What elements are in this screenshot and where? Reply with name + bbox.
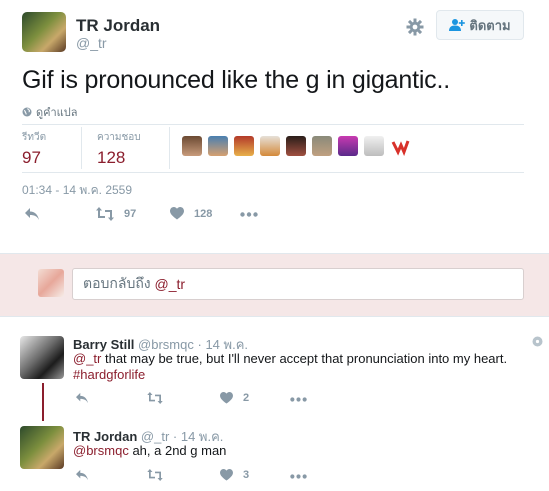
reply-body: ah, a 2nd g man [128,443,227,458]
gear-icon[interactable] [406,18,424,36]
more-action[interactable] [240,212,258,217]
heart-icon [220,469,233,481]
reply-time[interactable]: · 14 พ.ค. [198,337,249,352]
reply-mention[interactable]: @brsmqc [73,443,129,458]
retweets-value: 97 [22,148,41,167]
reply-hashtag[interactable]: #hardgforlife [73,367,145,382]
liker-avatar[interactable] [182,136,202,156]
retweet-icon [147,469,163,481]
like-action[interactable]: 128 [170,207,212,220]
retweet-action[interactable]: 97 [96,207,136,221]
heart-icon [170,207,184,220]
retweet-icon [147,392,163,404]
more-icon [240,212,258,217]
author-handle[interactable]: @_tr [76,35,107,51]
reply-icon [75,392,89,404]
liker-avatar[interactable] [390,136,410,156]
follow-label: ติดตาม [469,17,511,33]
more-circle-icon[interactable] [532,336,543,347]
retweet-action[interactable] [147,392,163,404]
likes-label: ความชอบ [97,132,141,143]
retweet-action[interactable] [147,469,163,481]
tweet-timestamp[interactable]: 01:34 - 14 พ.ค. 2559 [22,181,132,200]
reply-icon [24,207,40,221]
reply-action[interactable] [75,392,89,404]
translate-link[interactable]: ดูคำแปล [22,103,78,121]
reply-mention[interactable]: @_tr [73,351,101,366]
reply-text: @_tr that may be true, but I'll never ac… [73,351,533,383]
follow-button[interactable]: ติดตาม [436,10,524,40]
reply-avatar[interactable] [20,426,64,469]
retweets-label: รีทวีต [22,132,47,143]
like-action[interactable]: 3 [220,469,249,481]
thread-line [42,383,44,421]
tweet-text: Gif is pronounced like the g in gigantic… [22,66,450,94]
reply-input[interactable]: ตอบกลับถึง @_tr [72,268,524,300]
liker-avatars[interactable] [182,136,416,156]
reply-action[interactable] [75,469,89,481]
divider-bottom [22,172,524,173]
reply-author-name[interactable]: Barry Still [73,337,134,352]
retweets-stat[interactable]: รีทวีต 97 [22,130,46,168]
divider-top [22,124,524,125]
like-count: 128 [194,207,213,220]
reply-prefix: ตอบกลับถึง [83,275,151,291]
more-action[interactable] [290,474,307,479]
liker-avatar[interactable] [364,136,384,156]
retweet-count: 97 [124,208,137,220]
like-count: 3 [243,469,250,481]
likes-value: 128 [97,148,126,167]
more-icon [290,474,307,479]
reply-box-container: ตอบกลับถึง @_tr [0,253,549,317]
reply-author-name[interactable]: TR Jordan [73,429,137,444]
author-avatar[interactable] [22,12,66,52]
liker-avatar[interactable] [260,136,280,156]
liker-avatar[interactable] [234,136,254,156]
reply-avatar[interactable] [20,336,64,379]
liker-avatar[interactable] [338,136,358,156]
liker-avatar[interactable] [312,136,332,156]
like-count: 2 [243,392,250,404]
more-action[interactable] [290,397,307,402]
liker-avatar[interactable] [208,136,228,156]
translate-label: ดูคำแปล [36,107,78,119]
reply-author-handle[interactable]: @_tr [141,429,169,444]
stat-divider [169,127,170,169]
likes-stat[interactable]: ความชอบ 128 [97,130,141,168]
more-icon [290,397,307,402]
author-name[interactable]: TR Jordan [76,16,160,36]
liker-avatar[interactable] [286,136,306,156]
reply-text: @brsmqc ah, a 2nd g man [73,443,226,458]
globe-icon [22,107,32,117]
reply-time[interactable]: · 14 พ.ค. [173,429,224,444]
reply-mention[interactable]: @_tr [155,276,186,292]
stat-divider [81,127,82,169]
retweet-icon [96,207,114,221]
user-avatar [38,269,64,297]
reply-icon [75,469,89,481]
heart-icon [220,392,233,404]
like-action[interactable]: 2 [220,392,249,404]
reply-body: that may be true, but I'll never accept … [101,351,508,366]
reply-author-handle[interactable]: @brsmqc [138,337,194,352]
follow-person-icon [449,18,466,32]
reply-action[interactable] [24,207,40,221]
